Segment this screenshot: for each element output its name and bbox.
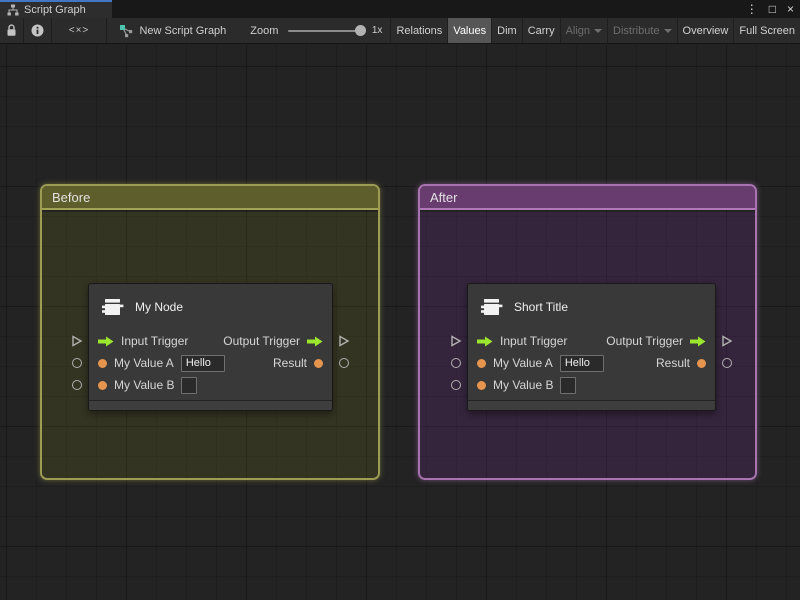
toolbar: <×> New Script Graph Zoom 1x Relations V… xyxy=(0,18,800,44)
distribute-label: Distribute xyxy=(613,24,660,37)
node-my-node[interactable]: My Node Input Trigger Output Trigger My … xyxy=(72,283,350,411)
flow-output-port-icon[interactable] xyxy=(690,336,706,347)
carry-label: Carry xyxy=(527,24,555,37)
port-row: My Value B xyxy=(468,374,715,396)
value-input-port-icon[interactable] xyxy=(98,358,107,368)
external-value-input-port[interactable] xyxy=(72,358,82,368)
external-value-output-port[interactable] xyxy=(339,358,349,368)
chevron-down-icon xyxy=(663,29,672,33)
external-value-input-port[interactable] xyxy=(72,380,82,390)
group-before-header[interactable]: Before xyxy=(42,186,378,210)
external-value-output-port[interactable] xyxy=(722,358,732,368)
relations-button[interactable]: Relations xyxy=(390,18,447,43)
dim-button[interactable]: Dim xyxy=(491,18,522,43)
align-button[interactable]: Align xyxy=(559,18,607,43)
window-menu-icon[interactable]: ⋮ xyxy=(746,3,758,15)
value-output-port-icon[interactable] xyxy=(314,358,323,368)
code-view-button[interactable]: <×> xyxy=(50,18,107,43)
info-button[interactable] xyxy=(23,18,50,43)
node-title: Short Title xyxy=(514,300,569,314)
value-input-port-icon[interactable] xyxy=(98,380,107,390)
external-flow-output-port[interactable] xyxy=(721,335,733,347)
lock-icon xyxy=(6,24,17,37)
window-controls: ⋮ □ × xyxy=(746,0,794,18)
external-flow-input-port[interactable] xyxy=(450,335,462,347)
value-a-label: My Value A xyxy=(114,356,174,370)
value-a-input[interactable] xyxy=(180,354,225,372)
input-trigger-label: Input Trigger xyxy=(121,334,189,348)
close-icon[interactable]: × xyxy=(787,3,794,15)
zoom-value: 1x xyxy=(371,25,383,36)
graph-tree-icon xyxy=(7,4,19,16)
value-b-label: My Value B xyxy=(114,378,175,392)
full-screen-button[interactable]: Full Screen xyxy=(733,18,800,43)
value-b-input[interactable] xyxy=(181,376,198,394)
overview-button[interactable]: Overview xyxy=(676,18,734,43)
graph-canvas[interactable]: Before After My Node Input Trigger Outpu… xyxy=(0,45,800,600)
dim-label: Dim xyxy=(497,24,517,37)
toolbar-divider xyxy=(106,18,108,43)
node-title: My Node xyxy=(135,300,184,314)
overview-label: Overview xyxy=(682,24,729,37)
node-header[interactable]: My Node xyxy=(89,284,332,330)
value-b-input[interactable] xyxy=(560,376,577,394)
external-flow-input-port[interactable] xyxy=(71,335,83,347)
port-row: My Value A Result xyxy=(468,352,715,374)
values-button[interactable]: Values xyxy=(447,18,492,43)
group-after-title: After xyxy=(430,189,458,205)
values-label: Values xyxy=(453,24,487,37)
value-a-input[interactable] xyxy=(559,354,604,372)
node-footer xyxy=(468,400,715,410)
unit-icon xyxy=(101,297,125,317)
port-row: My Value A Result xyxy=(89,352,332,374)
relations-label: Relations xyxy=(396,24,443,37)
distribute-button[interactable]: Distribute xyxy=(607,18,676,43)
code-view-icon: <×> xyxy=(68,25,90,36)
zoom-slider-handle[interactable] xyxy=(354,25,366,36)
group-before-title: Before xyxy=(52,189,91,205)
script-graph-window: Script Graph ⋮ □ × <×> New Script Graph … xyxy=(0,0,800,600)
output-trigger-label: Output Trigger xyxy=(606,334,683,348)
flow-output-port-icon[interactable] xyxy=(307,336,323,347)
flow-input-port-icon[interactable] xyxy=(477,336,493,347)
port-row: Input Trigger Output Trigger xyxy=(468,330,715,352)
chevron-down-icon xyxy=(594,29,603,33)
value-input-port-icon[interactable] xyxy=(477,380,486,390)
maximize-icon[interactable]: □ xyxy=(769,3,776,15)
new-script-graph-label: New Script Graph xyxy=(139,24,227,37)
tab-title: Script Graph xyxy=(24,4,86,16)
node-header[interactable]: Short Title xyxy=(468,284,715,330)
align-label: Align xyxy=(565,24,591,37)
zoom-slider[interactable] xyxy=(288,18,366,43)
result-label: Result xyxy=(655,356,690,370)
tab-strip: Script Graph ⋮ □ × xyxy=(0,0,800,18)
value-input-port-icon[interactable] xyxy=(477,358,486,368)
zoom-label: Zoom xyxy=(250,24,279,37)
external-flow-output-port[interactable] xyxy=(338,335,350,347)
node-short-title[interactable]: Short Title Input Trigger Output Trigger xyxy=(451,283,733,411)
lock-button[interactable] xyxy=(0,18,23,43)
value-b-label: My Value B xyxy=(493,378,554,392)
script-graph-asset-icon xyxy=(119,24,133,38)
info-icon xyxy=(31,24,44,37)
group-after-header[interactable]: After xyxy=(420,186,755,210)
value-a-label: My Value A xyxy=(493,356,553,370)
node-footer xyxy=(89,400,332,410)
output-trigger-label: Output Trigger xyxy=(223,334,300,348)
input-trigger-label: Input Trigger xyxy=(500,334,568,348)
result-label: Result xyxy=(272,356,307,370)
value-output-port-icon[interactable] xyxy=(697,358,706,368)
port-row: Input Trigger Output Trigger xyxy=(89,330,332,352)
tab-script-graph[interactable]: Script Graph xyxy=(0,0,112,18)
carry-button[interactable]: Carry xyxy=(521,18,560,43)
new-script-graph-button[interactable]: New Script Graph xyxy=(119,18,226,43)
unit-icon xyxy=(480,297,504,317)
full-screen-label: Full Screen xyxy=(739,24,795,37)
external-value-input-port[interactable] xyxy=(451,358,461,368)
flow-input-port-icon[interactable] xyxy=(98,336,114,347)
external-value-input-port[interactable] xyxy=(451,380,461,390)
port-row: My Value B xyxy=(89,374,332,396)
